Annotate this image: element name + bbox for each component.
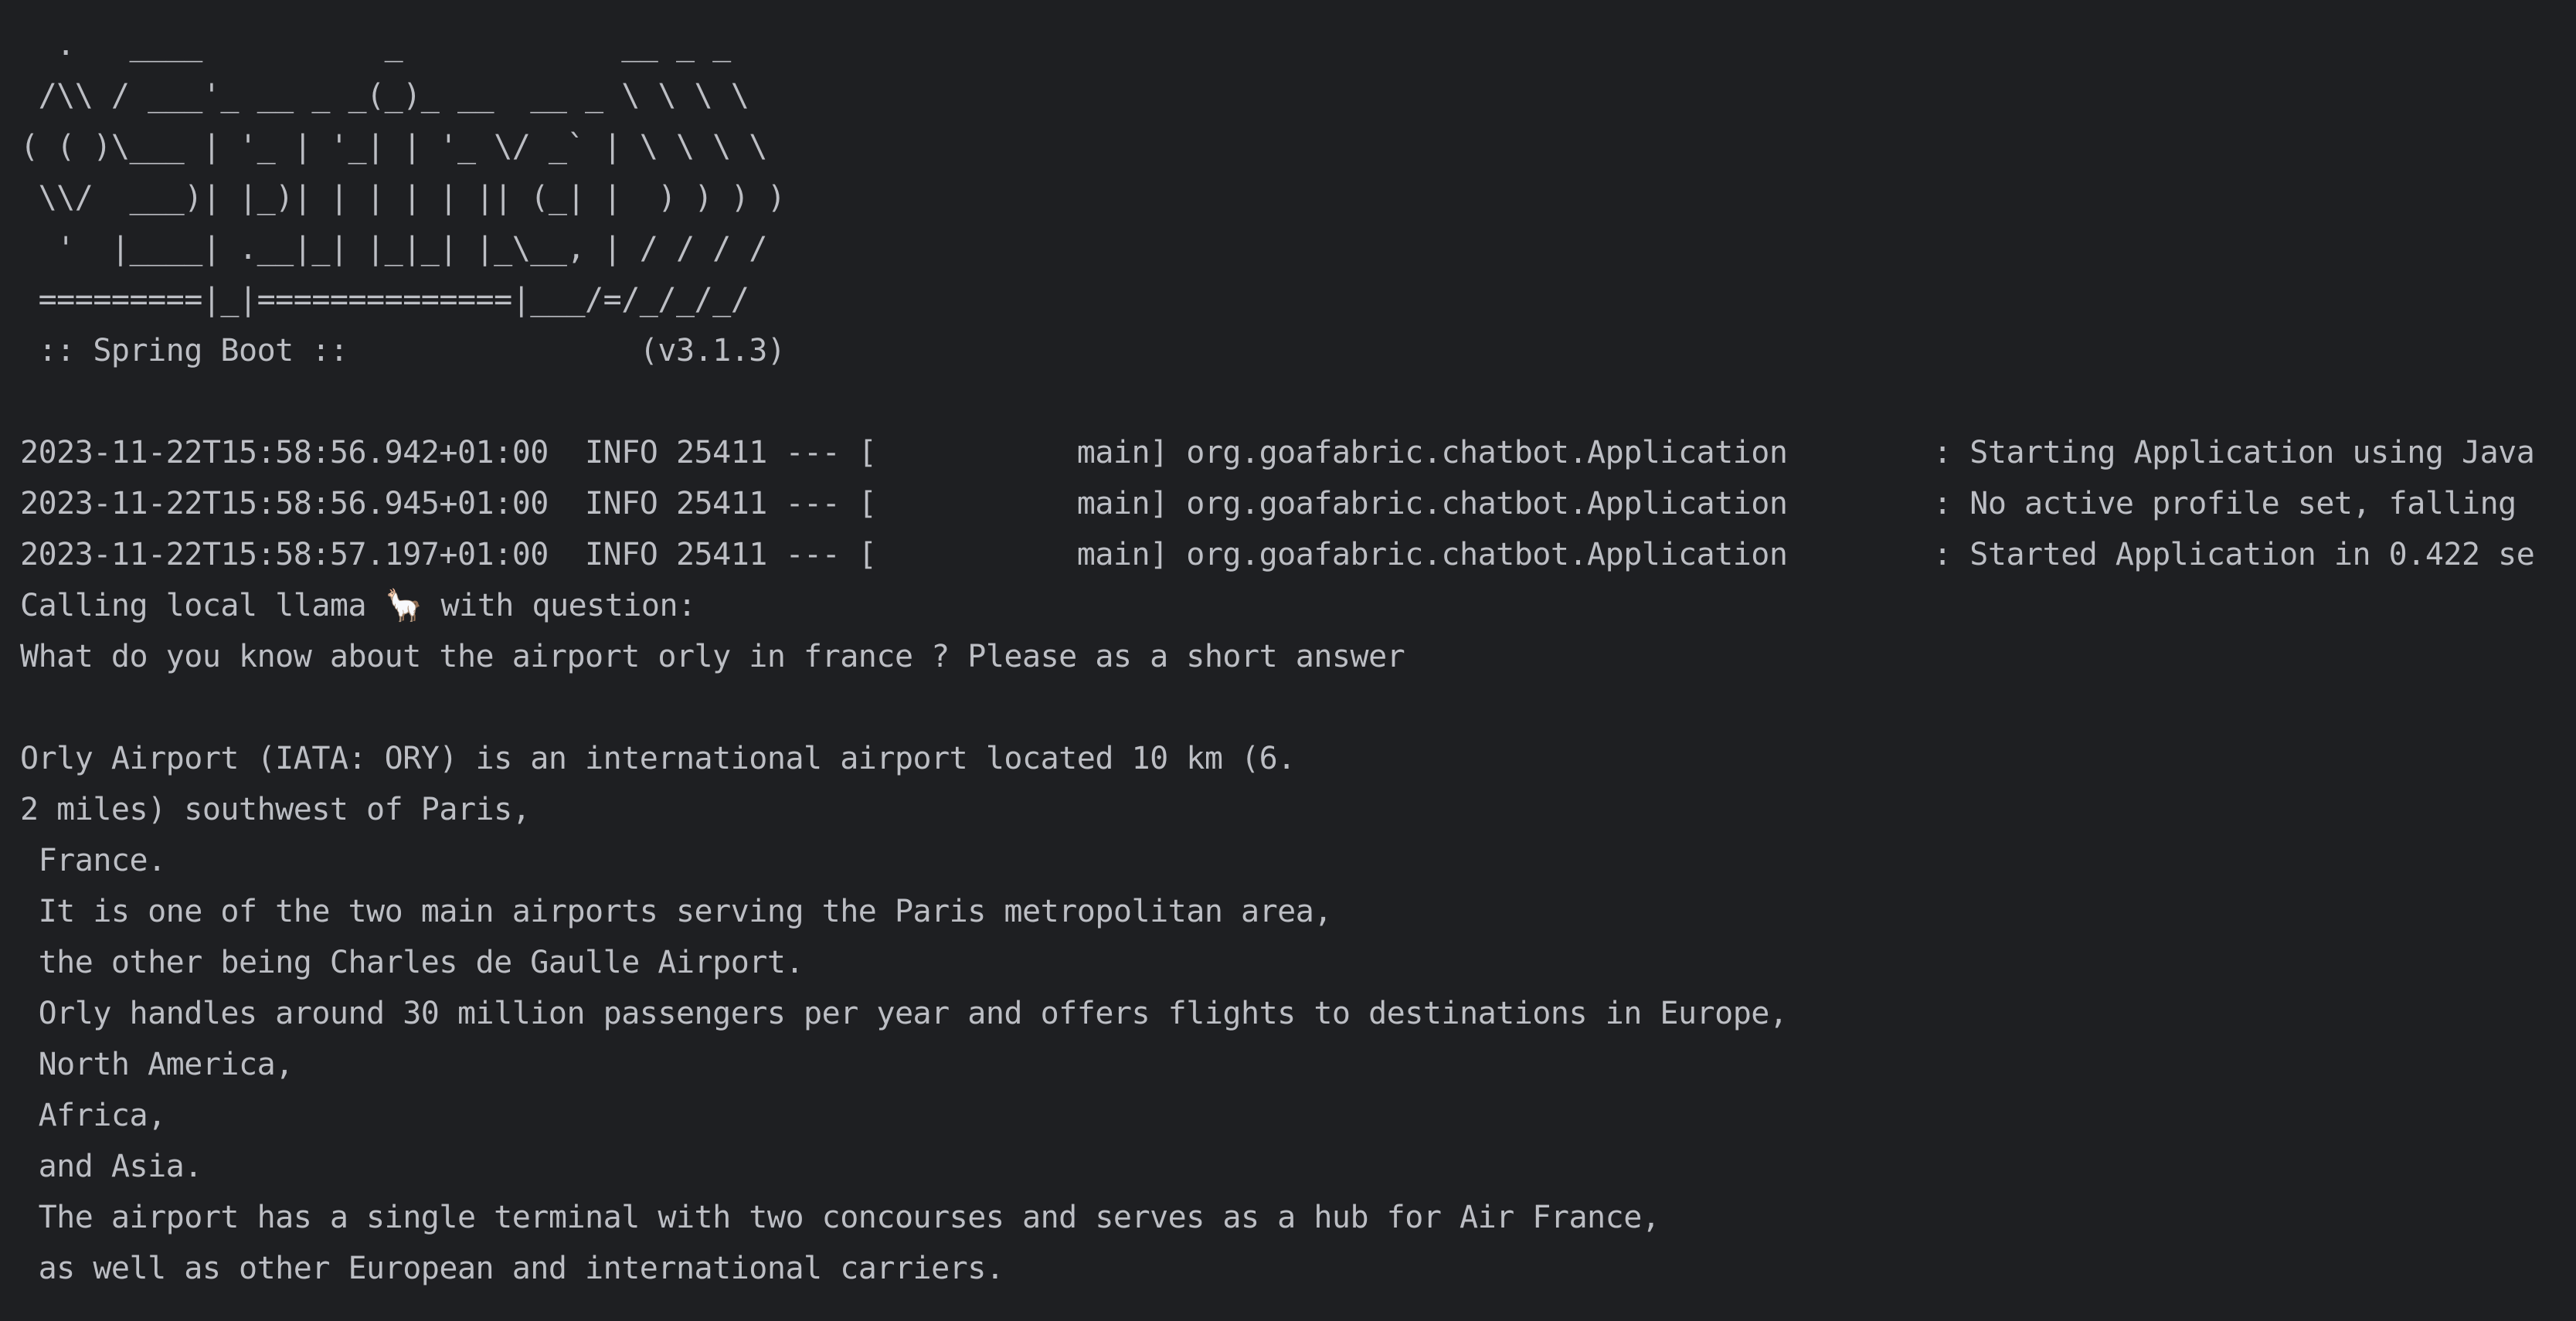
banner-line: . ____ _ __ _ _ — [20, 27, 731, 63]
log-line: 2023-11-22T15:58:56.945+01:00 INFO 25411… — [20, 486, 2517, 521]
banner-line: \\/ ___)| |_)| | | | | || (_| | ) ) ) ) — [20, 180, 786, 216]
answer-line: It is one of the two main airports servi… — [20, 894, 1333, 929]
answer-line: Orly Airport (IATA: ORY) is an internati… — [20, 741, 1296, 776]
answer-line: the other being Charles de Gaulle Airpor… — [20, 945, 804, 980]
log-line: 2023-11-22T15:58:57.197+01:00 INFO 25411… — [20, 537, 2535, 572]
console-output[interactable]: . ____ _ __ _ _ /\\ / ___'_ __ _ _(_)_ _… — [0, 0, 2576, 1321]
answer-line: as well as other European and internatio… — [20, 1251, 1004, 1286]
answer-line: France. — [20, 843, 167, 878]
log-line: 2023-11-22T15:58:56.942+01:00 INFO 25411… — [20, 435, 2535, 470]
answer-line: 2 miles) southwest of Paris, — [20, 792, 531, 827]
answer-line: The airport has a single terminal with t… — [20, 1200, 1660, 1235]
banner-line: /\\ / ___'_ __ _ _(_)_ __ __ _ \ \ \ \ — [20, 78, 749, 114]
banner-line: ( ( )\___ | '_ | '_| | '_ \/ _` | \ \ \ … — [20, 129, 767, 165]
question-header: Calling local llama 🦙 with question: — [20, 588, 696, 623]
spring-boot-version-line: :: Spring Boot :: (v3.1.3) — [20, 333, 786, 368]
answer-line: and Asia. — [20, 1149, 203, 1184]
question-text: What do you know about the airport orly … — [20, 639, 1405, 674]
banner-line: =========|_|==============|___/=/_/_/_/ — [20, 282, 749, 318]
answer-line: Orly handles around 30 million passenger… — [20, 996, 1788, 1031]
answer-line: North America, — [20, 1047, 294, 1082]
banner-line: ' |____| .__|_| |_|_| |_\__, | / / / / — [20, 231, 767, 267]
answer-line: Africa, — [20, 1098, 167, 1133]
